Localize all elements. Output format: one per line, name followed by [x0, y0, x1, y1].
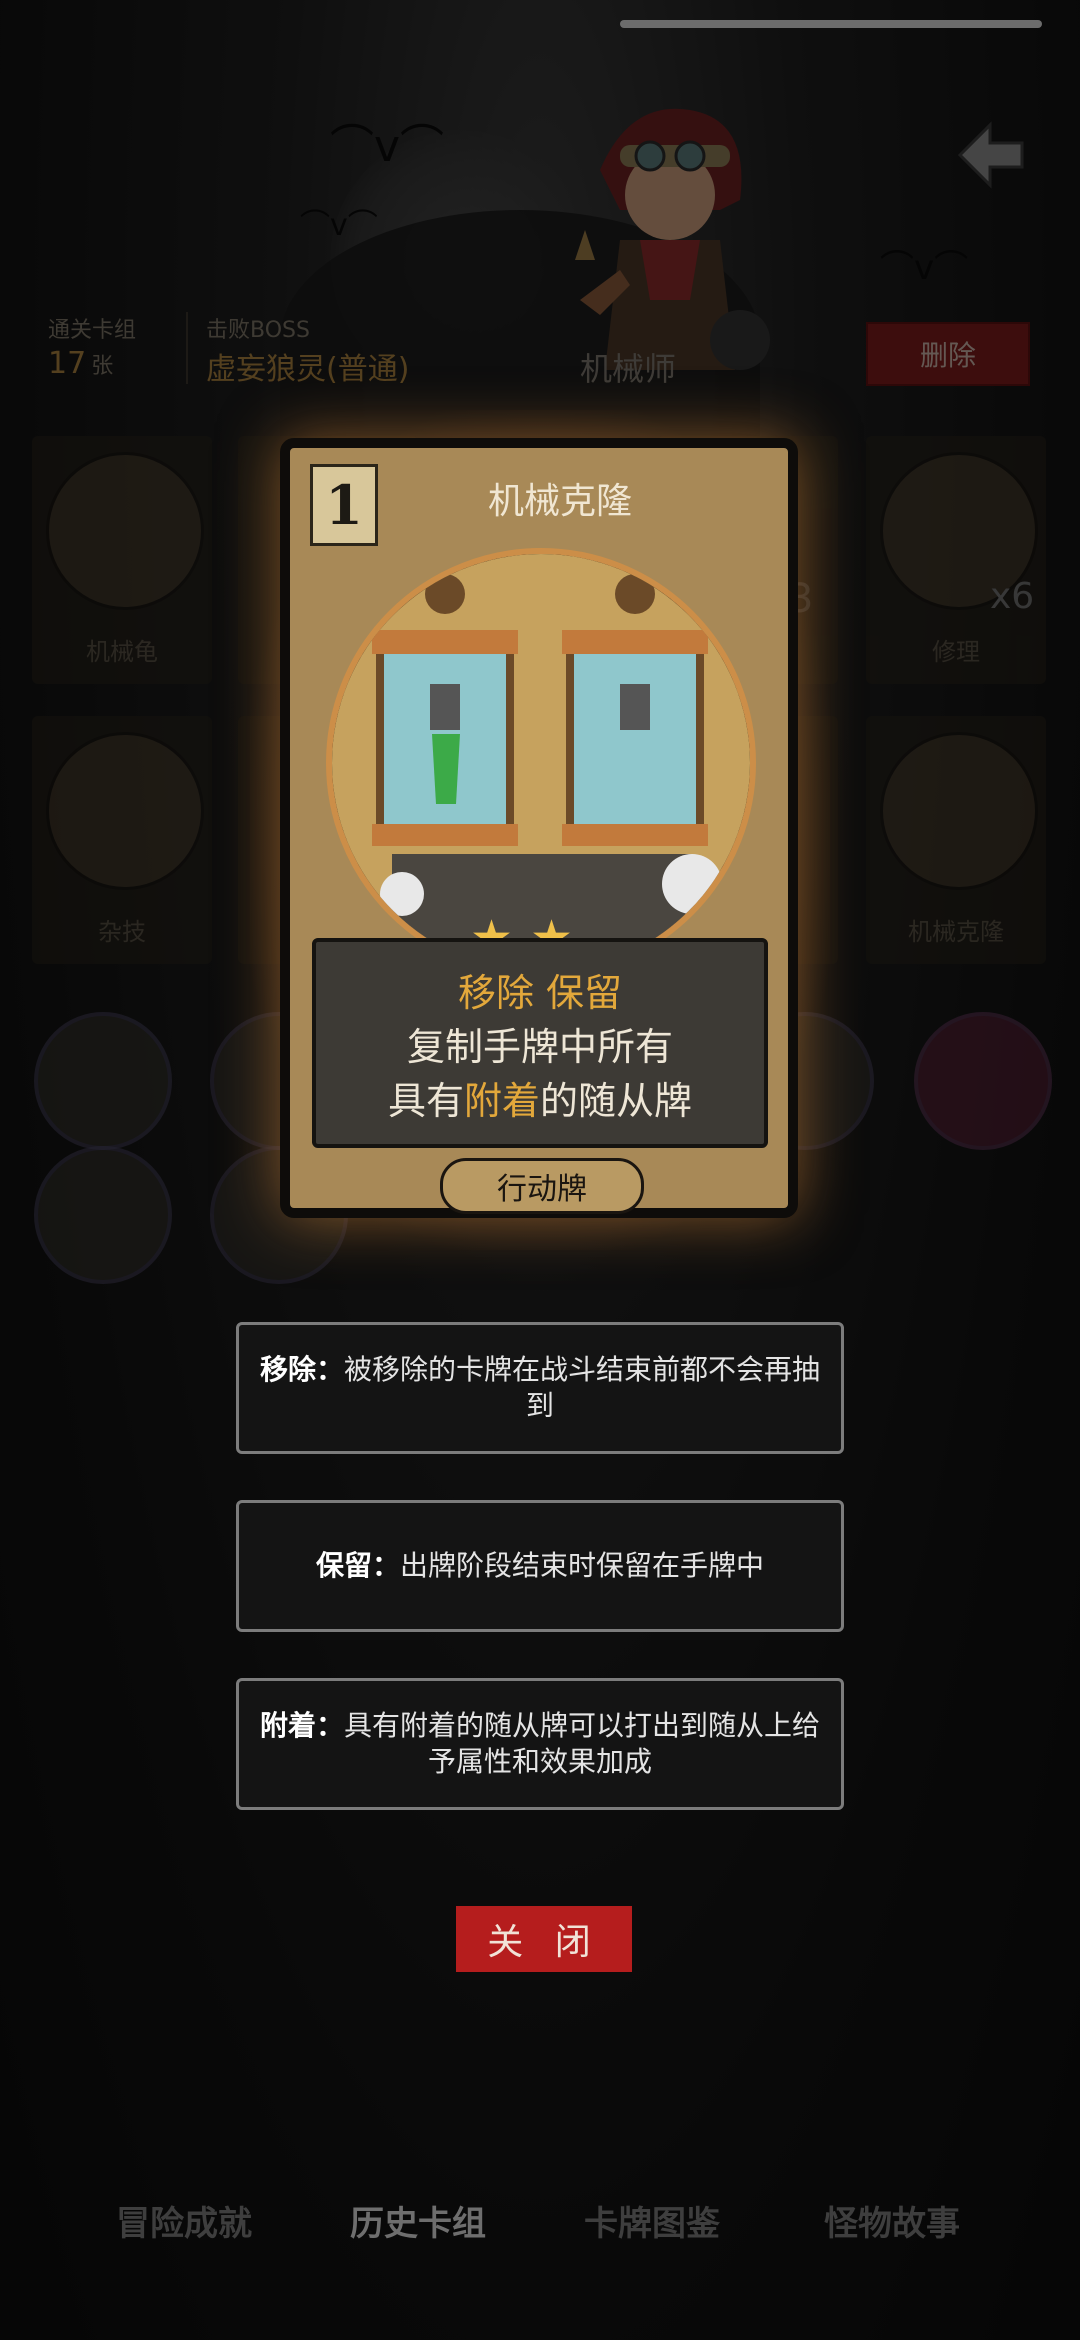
keyword-info-box: 移除：被移除的卡牌在战斗结束前都不会再抽到	[236, 1322, 844, 1454]
card-desc-line: 具有附着的随从牌	[316, 1070, 764, 1125]
tab-history-decks[interactable]: 历史卡组	[350, 2196, 486, 2245]
keyword-remove: 移除	[457, 971, 534, 1015]
keyword-info-text: 保留：出牌阶段结束时保留在手牌中	[296, 1548, 784, 1584]
keyword-term: 移除：	[259, 1353, 344, 1386]
card-title: 机械克隆	[487, 481, 632, 522]
tab-monster-stories[interactable]: 怪物故事	[824, 2196, 960, 2245]
keyword-term: 保留：	[315, 1549, 400, 1582]
card-detail: 1 机械克隆 ★ ★ 移除 保留 复制手牌中所有 具有附着的随从牌	[280, 438, 798, 1218]
keyword-definition: 具有附着的随从牌可以打出到随从上给予属性和效果加成	[344, 1709, 821, 1778]
keyword-info-text: 移除：被移除的卡牌在战斗结束前都不会再抽到	[239, 1352, 841, 1424]
desc-fragment: 具有	[387, 1079, 464, 1123]
keyword-term: 附着：	[259, 1709, 344, 1742]
card-desc-line: 复制手牌中所有	[406, 1025, 673, 1069]
desc-fragment: 的随从牌	[540, 1079, 693, 1123]
keyword-definition: 出牌阶段结束时保留在手牌中	[400, 1549, 765, 1582]
card-cost: 1	[310, 464, 378, 546]
keyword-info-box: 附着：具有附着的随从牌可以打出到随从上给予属性和效果加成	[236, 1678, 844, 1810]
card-type: 行动牌	[440, 1158, 644, 1214]
card-keywords-line: 移除 保留	[316, 962, 764, 1017]
keyword-attach: 附着	[463, 1079, 540, 1123]
card-description: 移除 保留 复制手牌中所有 具有附着的随从牌	[312, 938, 768, 1148]
tab-adventure-achievements[interactable]: 冒险成就	[116, 2196, 252, 2245]
keyword-info-box: 保留：出牌阶段结束时保留在手牌中	[236, 1500, 844, 1632]
tab-card-codex[interactable]: 卡牌图鉴	[584, 2196, 720, 2245]
keyword-retain: 保留	[546, 971, 623, 1015]
close-button[interactable]: 关 闭	[456, 1906, 632, 1972]
keyword-definition: 被移除的卡牌在战斗结束前都不会再抽到	[344, 1353, 821, 1422]
keyword-info-text: 附着：具有附着的随从牌可以打出到随从上给予属性和效果加成	[239, 1708, 841, 1780]
